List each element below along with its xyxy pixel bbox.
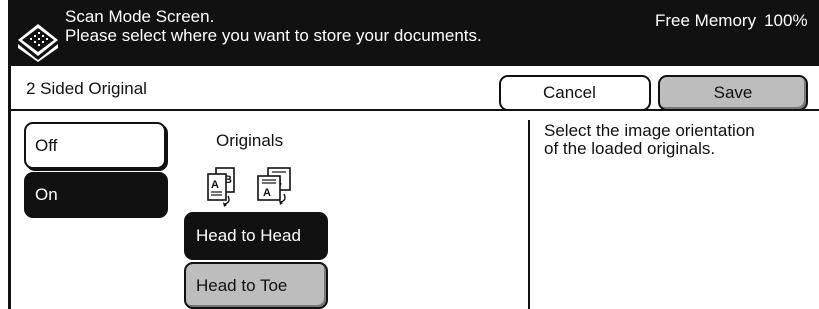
cancel-button[interactable]: Cancel xyxy=(499,75,651,111)
help-text-line2: of the loaded originals. xyxy=(544,139,716,158)
off-option-button[interactable]: Off xyxy=(24,122,166,169)
save-button-label: Save xyxy=(713,83,753,102)
orientation-icons: B A B A xyxy=(207,167,291,207)
landscape-original-icon: B A xyxy=(257,167,291,205)
free-memory-label: Free Memory xyxy=(655,11,757,30)
head-to-toe-button[interactable]: Head to Toe xyxy=(184,262,328,309)
head-to-toe-label: Head to Toe xyxy=(196,275,288,295)
header-instruction: Please select where you want to store yo… xyxy=(65,26,482,45)
originals-label: Originals xyxy=(216,131,284,150)
scanner-icon xyxy=(18,24,58,62)
free-memory-indicator: Free Memory 100% xyxy=(655,11,808,31)
on-option-button[interactable]: On xyxy=(24,172,168,218)
help-text-line1: Select the image orientation xyxy=(544,121,755,140)
svg-text:A: A xyxy=(211,179,219,191)
portrait-original-icon: B A xyxy=(207,167,235,207)
panel-left-border xyxy=(8,66,11,309)
help-text: Select the image orientation of the load… xyxy=(544,122,755,158)
free-memory-value: 100% xyxy=(764,11,808,30)
head-to-head-button[interactable]: Head to Head xyxy=(184,212,328,260)
help-divider xyxy=(528,120,530,309)
svg-text:A: A xyxy=(263,187,271,199)
head-to-head-label: Head to Head xyxy=(196,226,301,245)
status-header: Scan Mode Screen. Please select where yo… xyxy=(8,0,819,66)
on-option-label: On xyxy=(35,185,58,204)
header-title: Scan Mode Screen. xyxy=(65,7,215,26)
save-button[interactable]: Save xyxy=(658,75,808,111)
cancel-button-label: Cancel xyxy=(543,83,596,102)
off-option-label: Off xyxy=(35,135,58,155)
feature-title: 2 Sided Original xyxy=(26,79,147,98)
